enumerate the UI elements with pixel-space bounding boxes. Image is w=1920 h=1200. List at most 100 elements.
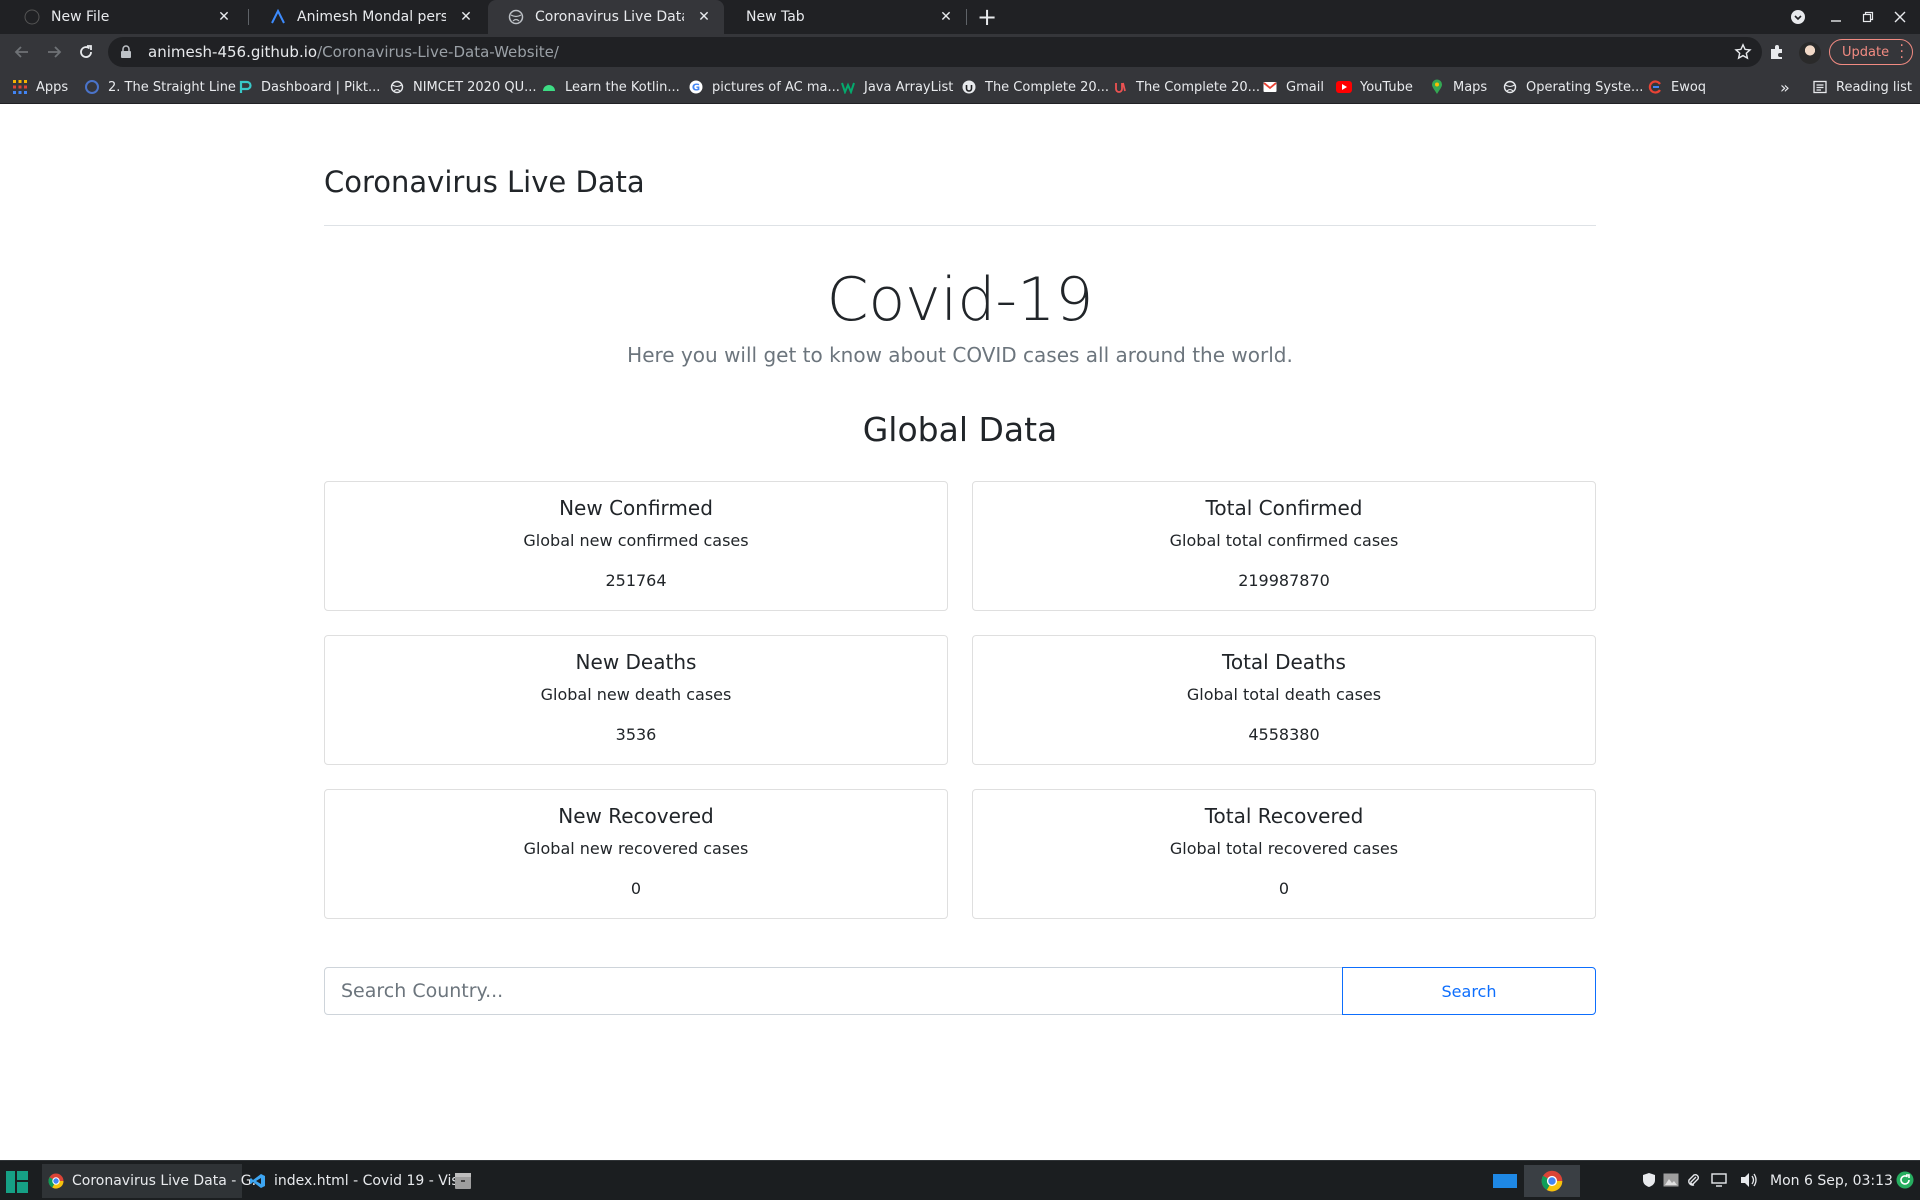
reading-list-icon xyxy=(1812,79,1828,95)
extensions-puzzle-icon[interactable] xyxy=(1765,40,1789,64)
bookmarks-overflow-chevron-icon[interactable]: » xyxy=(1780,70,1790,104)
card-value: 0 xyxy=(630,879,642,898)
reload-icon[interactable] xyxy=(72,38,100,66)
tab-title: New File xyxy=(51,9,110,25)
card-subtitle: Global new recovered cases xyxy=(523,839,749,858)
udemy-icon xyxy=(961,79,977,95)
close-icon[interactable]: ✕ xyxy=(692,5,716,29)
kebab-menu-icon[interactable]: · · · xyxy=(1900,39,1904,65)
bookmark-pictures-ac[interactable]: G pictures of AC ma... xyxy=(688,70,840,104)
card-total-recovered: Total Recovered Global total recovered c… xyxy=(972,789,1596,919)
lock-icon[interactable] xyxy=(120,45,134,59)
update-button[interactable]: Update · · · xyxy=(1829,39,1913,65)
url-text: animesh-456.github.io/Coronavirus-Live-D… xyxy=(148,43,559,61)
bookmark-label: Gmail xyxy=(1286,79,1324,95)
tab-new-file[interactable]: New File ✕ xyxy=(4,0,244,34)
tab-divider xyxy=(966,9,967,25)
bookmark-complete-1[interactable]: The Complete 20... xyxy=(961,70,1109,104)
bookmark-label: The Complete 20... xyxy=(1136,79,1261,95)
new-tab-plus-icon[interactable]: + xyxy=(973,3,1001,31)
bookmark-label: The Complete 20... xyxy=(985,79,1110,95)
bookmark-ewoq[interactable]: Ewoq xyxy=(1647,70,1706,104)
update-manager-icon[interactable] xyxy=(1896,1171,1914,1189)
close-icon[interactable]: ✕ xyxy=(212,5,236,29)
back-icon[interactable] xyxy=(8,38,36,66)
globe-icon xyxy=(389,79,405,95)
task-vscode[interactable]: index.html - Covid 19 - Vis... xyxy=(244,1164,472,1198)
bookmark-gmail[interactable]: Gmail xyxy=(1262,70,1324,104)
restore-icon[interactable] xyxy=(1852,0,1884,34)
url-host: animesh-456.github.io xyxy=(148,43,318,61)
card-title: New Recovered xyxy=(558,804,714,828)
forward-icon[interactable] xyxy=(40,38,68,66)
image-viewer-icon[interactable] xyxy=(1662,1171,1680,1189)
bookmark-label: NIMCET 2020 QU... xyxy=(413,79,537,95)
bookmark-label: Ewoq xyxy=(1671,79,1707,95)
tab-coronavirus-live-data[interactable]: Coronavirus Live Data ✕ xyxy=(488,0,724,34)
bookmark-nimcet[interactable]: NIMCET 2020 QU... xyxy=(389,70,537,104)
bookmark-piktochart[interactable]: Dashboard | Pikt... xyxy=(237,70,380,104)
card-title: New Confirmed xyxy=(559,496,713,520)
apps-grid-icon xyxy=(12,79,28,95)
volume-icon[interactable] xyxy=(1740,1171,1758,1189)
tab-animesh-website[interactable]: Animesh Mondal personal website ✕ xyxy=(250,0,486,34)
card-new-recovered: New Recovered Global new recovered cases… xyxy=(324,789,948,919)
bookmark-complete-2[interactable]: The Complete 20... xyxy=(1112,70,1260,104)
card-value: 251764 xyxy=(605,571,667,590)
site-title: Coronavirus Live Data xyxy=(324,165,645,199)
globe-icon xyxy=(508,9,524,25)
card-subtitle: Global new death cases xyxy=(540,685,732,704)
bookmark-label: pictures of AC ma... xyxy=(712,79,840,95)
profile-avatar[interactable] xyxy=(1799,42,1821,64)
address-bar[interactable]: animesh-456.github.io/Coronavirus-Live-D… xyxy=(108,37,1762,67)
android-icon xyxy=(541,79,557,95)
workspace-switcher-icon[interactable] xyxy=(1492,1171,1518,1189)
tab-new-tab[interactable]: New Tab ✕ xyxy=(726,0,966,34)
bookmark-apps[interactable]: Apps xyxy=(12,70,68,104)
maps-icon xyxy=(1429,79,1445,95)
file-archive-icon xyxy=(453,1171,473,1191)
chrome-icon xyxy=(48,1173,64,1189)
card-title: Total Recovered xyxy=(1204,804,1364,828)
bookmark-youtube[interactable]: YouTube xyxy=(1336,70,1413,104)
security-shield-icon[interactable] xyxy=(1640,1171,1658,1189)
bookmark-operating-systems[interactable]: Operating Syste... xyxy=(1502,70,1643,104)
tab-title: New Tab xyxy=(746,9,805,25)
gmail-icon xyxy=(1262,79,1278,95)
card-subtitle: Global new confirmed cases xyxy=(523,531,749,550)
tab-strip: New File ✕ Animesh Mondal personal websi… xyxy=(0,0,1920,34)
chrome-taskbar-icon[interactable] xyxy=(1524,1165,1580,1197)
card-value: 0 xyxy=(1278,879,1290,898)
start-menu-icon[interactable] xyxy=(4,1169,30,1195)
minimize-icon[interactable] xyxy=(1820,0,1852,34)
card-value: 3536 xyxy=(615,725,657,744)
tab-title: Animesh Mondal personal website xyxy=(297,9,446,25)
bookmark-label: 2. The Straight Line xyxy=(108,79,236,95)
display-icon[interactable] xyxy=(1710,1171,1728,1189)
clock[interactable]: Mon 6 Sep, 03:13 xyxy=(1770,1161,1893,1200)
close-icon[interactable]: ✕ xyxy=(454,5,478,29)
task-chrome[interactable]: Coronavirus Live Data - G... xyxy=(42,1164,265,1198)
bookmark-straight-line[interactable]: 2. The Straight Line xyxy=(84,70,236,104)
bookmark-label: YouTube xyxy=(1360,79,1413,95)
task-file-manager[interactable] xyxy=(446,1164,480,1198)
window-close-icon[interactable] xyxy=(1884,0,1916,34)
card-title: Total Confirmed xyxy=(1205,496,1363,520)
bookmark-kotlin[interactable]: Learn the Kotlin... xyxy=(541,70,680,104)
close-icon[interactable]: ✕ xyxy=(934,5,958,29)
card-new-confirmed: New Confirmed Global new confirmed cases… xyxy=(324,481,948,611)
bookmark-label: Maps xyxy=(1453,79,1488,95)
bookmark-maps[interactable]: Maps xyxy=(1429,70,1487,104)
browser-toolbar: animesh-456.github.io/Coronavirus-Live-D… xyxy=(0,34,1920,70)
bookmark-star-icon[interactable] xyxy=(1734,43,1752,61)
bookmark-java-arraylist[interactable]: Java ArrayList xyxy=(840,70,953,104)
w3-icon xyxy=(840,79,856,95)
paperclip-icon[interactable] xyxy=(1684,1171,1702,1189)
tab-search-icon[interactable] xyxy=(1782,0,1814,34)
card-new-deaths: New Deaths Global new death cases 3536 xyxy=(324,635,948,765)
reading-list-button[interactable]: Reading list xyxy=(1812,70,1912,104)
search-button[interactable]: Search xyxy=(1342,967,1596,1015)
card-total-confirmed: Total Confirmed Global total confirmed c… xyxy=(972,481,1596,611)
vscode-icon xyxy=(250,1173,266,1189)
search-country-input[interactable] xyxy=(324,967,1343,1015)
